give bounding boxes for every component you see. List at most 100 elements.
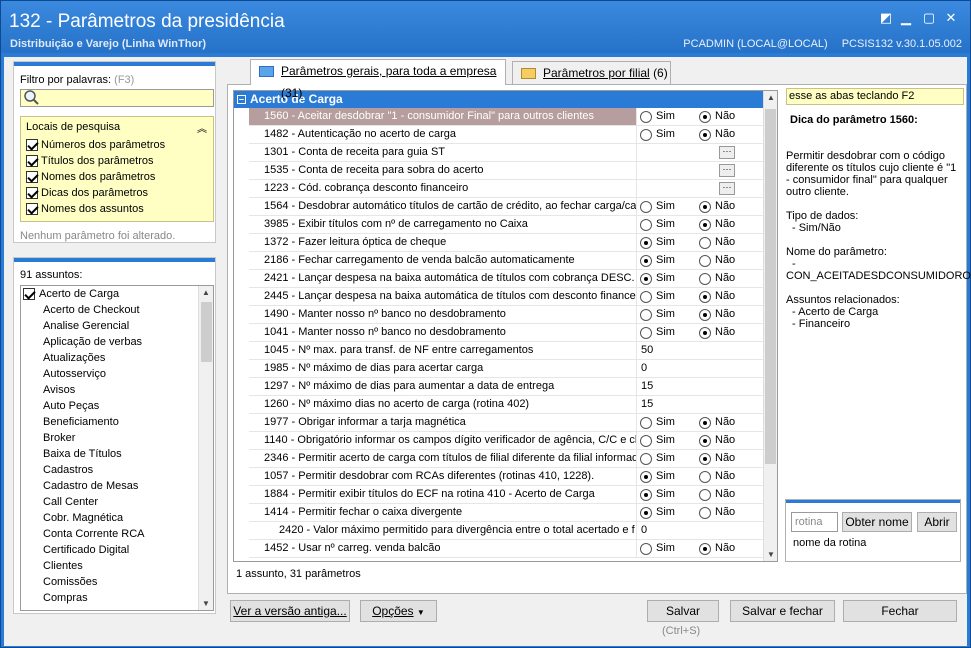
- param-row[interactable]: 1140 - Obrigatório informar os campos dí…: [249, 432, 764, 450]
- param-row[interactable]: 1564 - Desdobrar automático títulos de c…: [249, 198, 764, 216]
- lookup-button[interactable]: ···: [719, 164, 735, 177]
- subject-item[interactable]: Baixa de Títulos: [21, 446, 213, 462]
- param-row[interactable]: 2346 - Permitir acerto de carga com títu…: [249, 450, 764, 468]
- chevron-up-icon[interactable]: ︽: [197, 120, 207, 135]
- radio-nao[interactable]: [699, 201, 711, 213]
- radio-sim[interactable]: [640, 453, 652, 465]
- radio-nao[interactable]: [699, 219, 711, 231]
- radio-sim[interactable]: [640, 507, 652, 519]
- radio-nao[interactable]: [699, 489, 711, 501]
- subject-item[interactable]: Auto Peças: [21, 398, 213, 414]
- subject-item[interactable]: Atualizações: [21, 350, 213, 366]
- routine-input[interactable]: rotina: [791, 512, 838, 532]
- filter-input[interactable]: [20, 89, 214, 107]
- radio-nao[interactable]: [699, 255, 711, 267]
- param-row[interactable]: 2420 - Valor máximo permitido para diver…: [249, 522, 764, 540]
- radio-sim[interactable]: [640, 543, 652, 555]
- save-button[interactable]: Salvar: [647, 600, 719, 622]
- subject-item[interactable]: Avisos: [21, 382, 213, 398]
- param-value[interactable]: Sim Não: [637, 306, 764, 323]
- save-close-button[interactable]: Salvar e fechar: [730, 600, 835, 622]
- radio-nao[interactable]: [699, 237, 711, 249]
- checkbox-nomes[interactable]: Nomes dos parâmetros: [26, 169, 155, 185]
- scroll-thumb[interactable]: [765, 109, 776, 464]
- subject-item[interactable]: Acerto de Carga: [21, 286, 213, 302]
- param-value[interactable]: ···: [637, 162, 764, 179]
- param-value[interactable]: Sim Não: [637, 432, 764, 449]
- param-row[interactable]: 2186 - Fechar carregamento de venda balc…: [249, 252, 764, 270]
- radio-nao[interactable]: [699, 327, 711, 339]
- param-row[interactable]: 1301 - Conta de receita para guia ST ···: [249, 144, 764, 162]
- radio-nao[interactable]: [699, 435, 711, 447]
- param-row[interactable]: 2445 - Lançar despesa na baixa automátic…: [249, 288, 764, 306]
- radio-nao[interactable]: [699, 543, 711, 555]
- tab-parametros-gerais[interactable]: Parâmetros gerais, para toda a empresa (…: [250, 59, 506, 100]
- param-value[interactable]: 0: [637, 522, 764, 539]
- radio-sim[interactable]: [640, 309, 652, 321]
- param-value[interactable]: ···: [637, 144, 764, 161]
- radio-sim[interactable]: [640, 237, 652, 249]
- param-value[interactable]: Sim Não: [637, 414, 764, 431]
- radio-nao[interactable]: [699, 507, 711, 519]
- radio-sim[interactable]: [640, 273, 652, 285]
- radio-nao[interactable]: [699, 453, 711, 465]
- param-row[interactable]: 1260 - Nº máximo dias no acerto de carga…: [249, 396, 764, 414]
- subjects-scrollbar[interactable]: ▲ ▼: [198, 286, 213, 610]
- checkbox-numeros[interactable]: Números dos parâmetros: [26, 137, 165, 153]
- radio-nao[interactable]: [699, 291, 711, 303]
- scroll-down-icon[interactable]: ▼: [202, 599, 210, 608]
- subject-item[interactable]: Certificado Digital: [21, 542, 213, 558]
- param-value[interactable]: 15: [637, 396, 764, 413]
- subject-item[interactable]: Clientes: [21, 558, 213, 574]
- param-row[interactable]: 1482 - Autenticação no acerto de carga Si…: [249, 126, 764, 144]
- group-header[interactable]: –Acerto de Carga: [234, 91, 764, 108]
- param-value[interactable]: Sim Não: [637, 108, 764, 125]
- param-row[interactable]: 1977 - Obrigar informar a tarja magnétic…: [249, 414, 764, 432]
- param-value[interactable]: Sim Não: [637, 540, 764, 557]
- get-name-button[interactable]: Obter nome: [842, 512, 912, 532]
- param-value[interactable]: Sim Não: [637, 450, 764, 467]
- checkbox-dicas[interactable]: Dicas dos parâmetros: [26, 185, 148, 201]
- subject-item[interactable]: Cobr. Magnética: [21, 510, 213, 526]
- checkbox-titulos[interactable]: Títulos dos parâmetros: [26, 153, 154, 169]
- param-value[interactable]: 50: [637, 342, 764, 359]
- options-button[interactable]: Opções ▼: [360, 600, 437, 622]
- scroll-up-icon[interactable]: ▲: [767, 93, 775, 102]
- radio-nao[interactable]: [699, 471, 711, 483]
- grid-scrollbar[interactable]: ▲ ▼: [763, 91, 777, 561]
- param-row[interactable]: 1223 - Cód. cobrança desconto financeiro…: [249, 180, 764, 198]
- subject-item[interactable]: Call Center: [21, 494, 213, 510]
- maximize-icon[interactable]: ▢: [920, 11, 938, 25]
- help-icon[interactable]: ◩: [877, 11, 895, 25]
- subject-item[interactable]: Cadastros: [21, 462, 213, 478]
- param-row[interactable]: 2421 - Lançar despesa na baixa automátic…: [249, 270, 764, 288]
- param-row[interactable]: 1372 - Fazer leitura óptica de cheque Sim…: [249, 234, 764, 252]
- param-value[interactable]: ···: [637, 180, 764, 197]
- subject-item[interactable]: Aplicação de verbas: [21, 334, 213, 350]
- subject-item[interactable]: Autosserviço: [21, 366, 213, 382]
- radio-sim[interactable]: [640, 435, 652, 447]
- param-value[interactable]: Sim Não: [637, 126, 764, 143]
- param-row[interactable]: 3985 - Exibir títulos com nº de carregam…: [249, 216, 764, 234]
- subject-item[interactable]: Compras: [21, 590, 213, 606]
- param-value[interactable]: Sim Não: [637, 270, 764, 287]
- radio-nao[interactable]: [699, 417, 711, 429]
- close-icon[interactable]: ✕: [942, 11, 960, 25]
- param-row[interactable]: 1414 - Permitir fechar o caixa divergent…: [249, 504, 764, 522]
- param-value[interactable]: Sim Não: [637, 234, 764, 251]
- radio-nao[interactable]: [699, 273, 711, 285]
- param-value[interactable]: 0: [637, 360, 764, 377]
- scroll-up-icon[interactable]: ▲: [202, 288, 210, 297]
- subject-item[interactable]: Cadastro de Mesas: [21, 478, 213, 494]
- param-value[interactable]: Sim Não: [637, 252, 764, 269]
- lookup-button[interactable]: ···: [719, 146, 735, 159]
- radio-nao[interactable]: [699, 309, 711, 321]
- subject-item[interactable]: Conta Corrente RCA: [21, 526, 213, 542]
- param-row[interactable]: 1057 - Permitir desdobrar com RCAs difer…: [249, 468, 764, 486]
- param-row[interactable]: 1045 - Nº max. para transf. de NF entre …: [249, 342, 764, 360]
- radio-sim[interactable]: [640, 111, 652, 123]
- checkbox-assuntos[interactable]: Nomes dos assuntos: [26, 201, 144, 217]
- subjects-list[interactable]: Acerto de Carga Acerto de Checkout Analise…: [20, 285, 214, 611]
- minimize-icon[interactable]: ▁: [897, 11, 915, 25]
- subject-item[interactable]: Beneficiamento: [21, 414, 213, 430]
